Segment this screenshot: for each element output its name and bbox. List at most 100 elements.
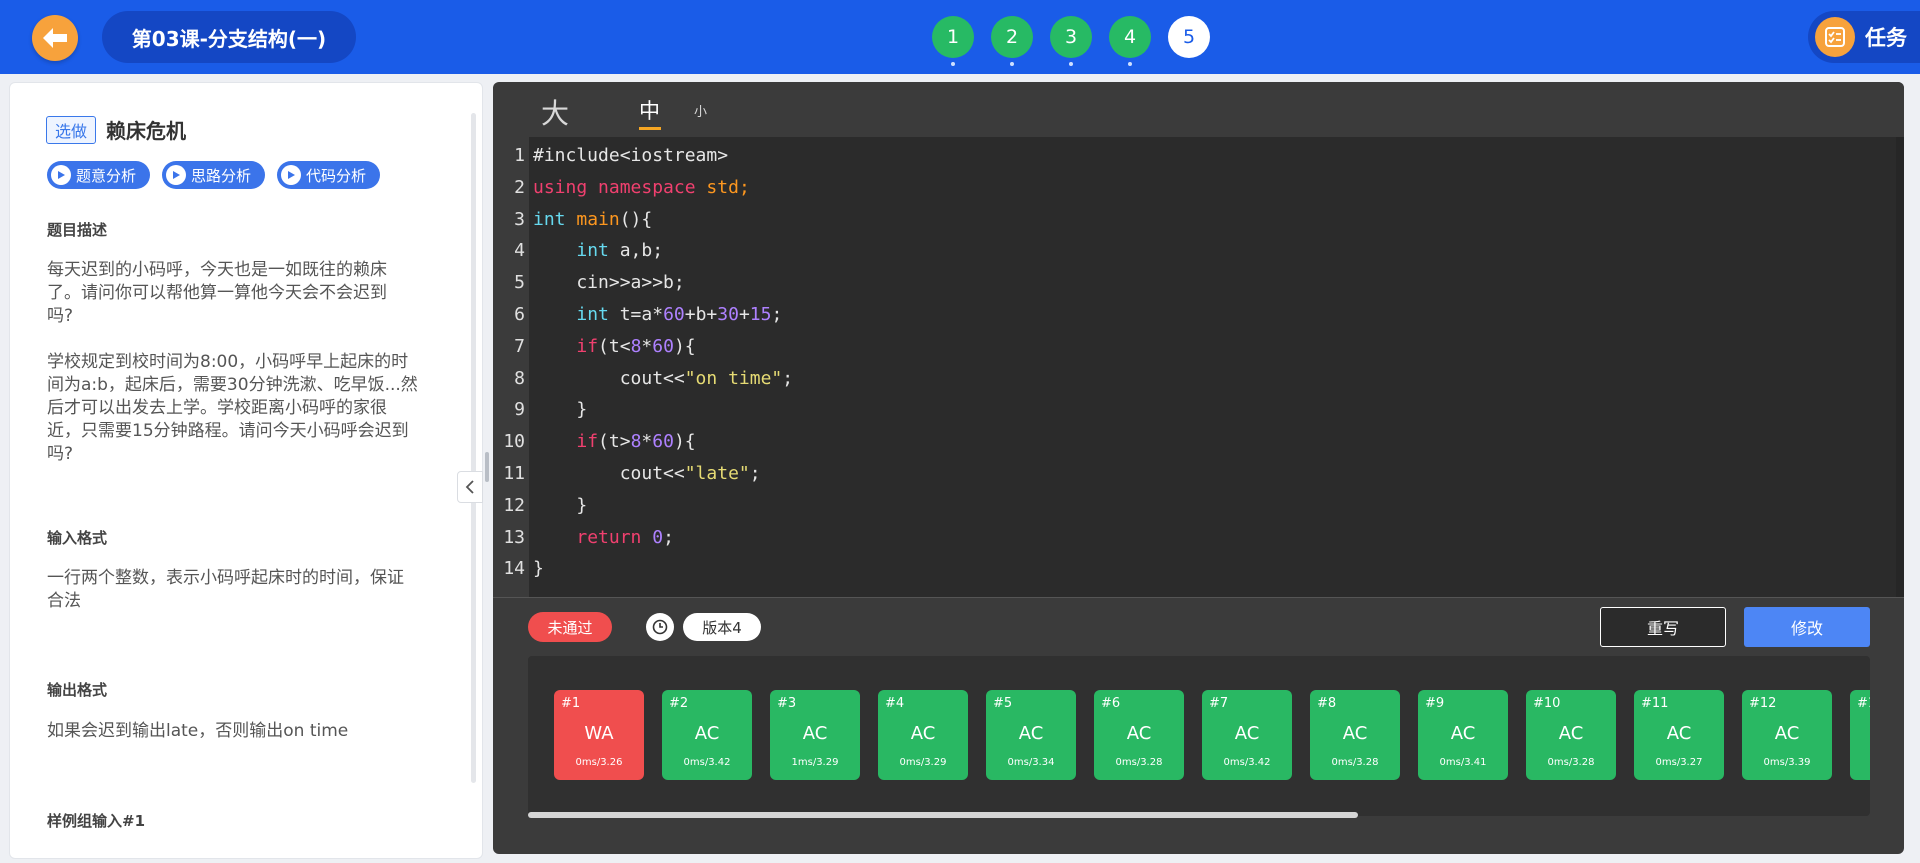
- back-button[interactable]: [32, 15, 78, 61]
- input-format-text: 一行两个整数，表示小码呼起床时的时间，保证 合法: [47, 567, 447, 613]
- code-line[interactable]: 3 int main(){: [493, 204, 1904, 236]
- code-text[interactable]: }: [533, 490, 587, 522]
- rewrite-button[interactable]: 重写: [1600, 607, 1726, 647]
- code-area[interactable]: 1 #include<iostream> 2 using namespace std;…: [493, 137, 1904, 597]
- test-case-id: #7: [1209, 696, 1229, 711]
- test-case-status: AC: [1018, 723, 1044, 744]
- problem-scrollbar[interactable]: [471, 113, 476, 783]
- status-badge: 未通过: [528, 612, 612, 642]
- panel-resize-handle[interactable]: [485, 452, 489, 482]
- line-number: 12: [503, 494, 525, 516]
- test-case-card[interactable]: #5 AC 0ms/3.34: [986, 690, 1076, 780]
- code-line[interactable]: 11 cout<<"late";: [493, 458, 1904, 490]
- code-text[interactable]: if(t>8*60){: [533, 426, 695, 458]
- test-case-meta: 0ms/3.42: [683, 757, 731, 768]
- analysis-buttons: 题意分析 思路分析 代码分析: [47, 161, 381, 189]
- step-3[interactable]: 3: [1050, 16, 1092, 66]
- button-label: 思路分析: [191, 166, 252, 185]
- output-format-title: 输出格式: [47, 681, 108, 699]
- line-number: 7: [514, 335, 525, 357]
- test-results-scrollbar[interactable]: [528, 812, 1870, 822]
- test-case-results: #1 WA 0ms/3.26 #2 AC 0ms/3.42 #3 AC 1ms/3.29 #4 AC…: [528, 656, 1870, 816]
- input-format-title: 输入格式: [47, 529, 108, 547]
- play-icon: [166, 165, 187, 185]
- test-case-card[interactable]: #12 AC 0ms/3.39: [1742, 690, 1832, 780]
- code-line[interactable]: 7 if(t<8*60){: [493, 331, 1904, 363]
- code-text[interactable]: cout<<"on time";: [533, 363, 793, 395]
- code-line[interactable]: 13 return 0;: [493, 522, 1904, 554]
- test-case-id: #4: [885, 696, 905, 711]
- code-line[interactable]: 2 using namespace std;: [493, 172, 1904, 204]
- code-analysis-button[interactable]: 代码分析: [277, 161, 381, 189]
- sample-input-title: 样例组输入#1: [47, 812, 146, 830]
- code-text[interactable]: int main(){: [533, 204, 652, 236]
- step-dot: [1128, 62, 1132, 66]
- optional-tag: 选做: [46, 115, 97, 144]
- test-case-card[interactable]: #7 AC 0ms/3.42: [1202, 690, 1292, 780]
- step-2[interactable]: 2: [991, 16, 1033, 66]
- test-case-card[interactable]: #4 AC 0ms/3.29: [878, 690, 968, 780]
- text-line: 间为a:b，起床后，需要30分钟洗漱、吃早饭...然: [47, 375, 418, 395]
- idea-analysis-button[interactable]: 思路分析: [162, 161, 266, 189]
- description-paragraph-2: 学校规定到校时间为8:00，小码呼早上起床的时 间为a:b，起床后，需要30分钟…: [47, 351, 447, 466]
- code-text[interactable]: int t=a*60+b+30+15;: [533, 299, 782, 331]
- test-case-card[interactable]: #3 AC 1ms/3.29: [770, 690, 860, 780]
- problem-title: 赖床危机: [106, 119, 187, 143]
- text-line: 学校规定到校时间为8:00，小码呼早上起床的时: [47, 352, 409, 372]
- code-line[interactable]: 8 cout<<"on time";: [493, 363, 1904, 395]
- code-line[interactable]: 5 cin>>a>>b;: [493, 267, 1904, 299]
- task-button[interactable]: 任务: [1808, 11, 1920, 63]
- meaning-analysis-button[interactable]: 题意分析: [47, 161, 151, 189]
- font-size-medium[interactable]: 中: [639, 95, 660, 125]
- code-line[interactable]: 1 #include<iostream>: [493, 140, 1904, 172]
- font-size-bar: 大 中 小: [529, 82, 1904, 137]
- test-case-card[interactable]: #8 AC 0ms/3.28: [1310, 690, 1400, 780]
- test-case-meta: 0ms/3.39: [1763, 757, 1811, 768]
- text-line: 后才可以出发去上学。学校距离小码呼的家很: [47, 398, 387, 418]
- code-text[interactable]: }: [533, 553, 544, 585]
- step-1[interactable]: 1: [932, 16, 974, 66]
- step-5[interactable]: 5: [1168, 16, 1210, 58]
- button-label: 题意分析: [76, 166, 137, 185]
- modify-button[interactable]: 修改: [1744, 607, 1870, 647]
- code-text[interactable]: return 0;: [533, 522, 674, 554]
- code-line[interactable]: 6 int t=a*60+b+30+15;: [493, 299, 1904, 331]
- version-selector[interactable]: 版本4: [683, 613, 761, 641]
- code-line[interactable]: 9 }: [493, 394, 1904, 426]
- collapse-panel-button[interactable]: [457, 471, 483, 503]
- code-line[interactable]: 4 int a,b;: [493, 235, 1904, 267]
- clock-icon[interactable]: [646, 613, 674, 641]
- code-line[interactable]: 14}: [493, 553, 1904, 585]
- step-dot: [1069, 62, 1073, 66]
- scrollbar-thumb[interactable]: [528, 812, 1358, 818]
- problem-header: 选做 赖床危机: [46, 115, 186, 144]
- code-text[interactable]: if(t<8*60){: [533, 331, 695, 363]
- chevron-left-icon: [465, 480, 474, 494]
- text-line: 每天迟到的小码呼，今天也是一如既往的赖床: [47, 260, 387, 280]
- test-case-card[interactable]: #11 AC 0ms/3.27: [1634, 690, 1724, 780]
- step-4[interactable]: 4: [1109, 16, 1151, 66]
- font-size-small[interactable]: 小: [694, 101, 707, 120]
- code-text[interactable]: cin>>a>>b;: [533, 267, 684, 299]
- test-case-card[interactable]: #9 AC 0ms/3.41: [1418, 690, 1508, 780]
- test-case-card[interactable]: #13 AC: [1850, 690, 1870, 780]
- code-line[interactable]: 12 }: [493, 490, 1904, 522]
- code-text[interactable]: using namespace std;: [533, 172, 750, 204]
- code-text[interactable]: int a,b;: [533, 235, 663, 267]
- test-case-card[interactable]: #2 AC 0ms/3.42: [662, 690, 752, 780]
- test-case-card[interactable]: #10 AC 0ms/3.28: [1526, 690, 1616, 780]
- code-line[interactable]: 10 if(t>8*60){: [493, 426, 1904, 458]
- task-list-icon: [1815, 17, 1855, 57]
- code-scrollbar[interactable]: [1896, 137, 1904, 597]
- test-case-meta: 0ms/3.42: [1223, 757, 1271, 768]
- code-text[interactable]: #include<iostream>: [533, 140, 728, 172]
- line-number: 6: [514, 304, 525, 325]
- play-icon: [51, 165, 71, 185]
- code-text[interactable]: }: [533, 394, 587, 426]
- test-case-card[interactable]: #6 AC 0ms/3.28: [1094, 690, 1184, 780]
- line-number: 2: [514, 176, 525, 198]
- test-case-status: AC: [1850, 723, 1870, 744]
- test-case-card[interactable]: #1 WA 0ms/3.26: [554, 690, 644, 780]
- font-size-large[interactable]: 大: [541, 92, 569, 132]
- code-text[interactable]: cout<<"late";: [533, 458, 761, 490]
